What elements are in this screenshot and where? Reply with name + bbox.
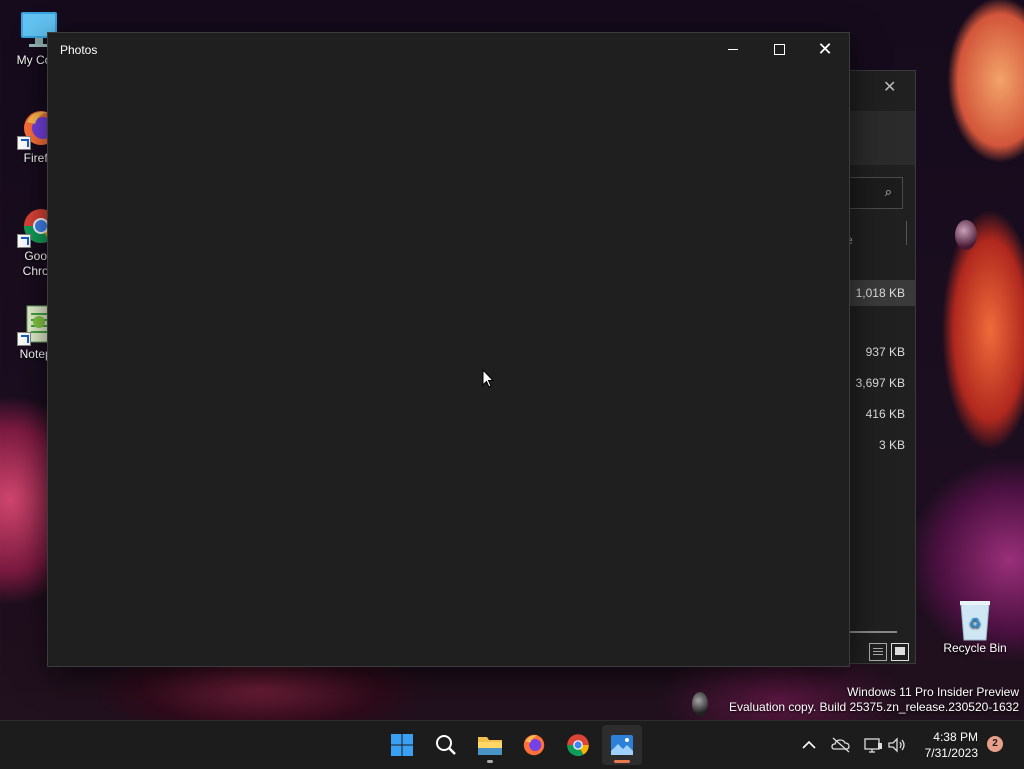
clock-time: 4:38 PM xyxy=(933,730,978,744)
chrome-icon xyxy=(567,734,589,757)
close-icon: ✕ xyxy=(817,38,833,59)
shortcut-arrow-icon xyxy=(17,136,31,150)
photos-icon xyxy=(611,735,633,755)
minimize-icon xyxy=(728,48,738,50)
divider xyxy=(906,221,907,245)
search-button[interactable] xyxy=(426,725,466,765)
watermark-line2: Evaluation copy. Build 25375.zn_release.… xyxy=(729,700,1019,714)
clock-date: 7/31/2023 xyxy=(924,746,978,760)
firefox-icon xyxy=(523,734,545,756)
file-row-size[interactable]: 3 KB xyxy=(879,438,905,452)
active-indicator xyxy=(614,760,630,763)
search-icon: ⌕ xyxy=(884,184,892,199)
network-icon xyxy=(864,738,882,753)
file-row-size[interactable]: 3,697 KB xyxy=(856,376,905,390)
search-icon xyxy=(436,735,456,755)
minimize-button[interactable] xyxy=(710,33,756,65)
onedrive-button[interactable] xyxy=(830,721,852,769)
file-row-size[interactable]: 937 KB xyxy=(866,345,905,359)
recycle-bin-icon: ♻ xyxy=(955,598,995,641)
details-view-icon[interactable] xyxy=(869,643,887,661)
notification-badge[interactable]: 2 xyxy=(987,736,1003,752)
svg-text:♻: ♻ xyxy=(969,616,982,632)
wallpaper-bubble xyxy=(955,220,977,250)
windows-start-icon xyxy=(391,734,413,756)
desktop-icon-recycle-bin[interactable]: ♻ Recycle Bin xyxy=(940,598,1010,656)
desktop-icon-label: Recycle Bin xyxy=(943,641,1007,655)
volume-icon xyxy=(888,737,905,753)
maximize-icon xyxy=(773,43,785,55)
photos-window[interactable]: Photos ✕ xyxy=(47,32,850,667)
taskbar-firefox[interactable] xyxy=(514,725,554,765)
file-row-size[interactable]: 416 KB xyxy=(866,407,905,421)
taskbar-chrome[interactable] xyxy=(558,725,598,765)
photos-content-area[interactable] xyxy=(48,65,849,666)
mouse-cursor-icon xyxy=(482,369,494,388)
volume-button[interactable] xyxy=(886,721,908,769)
close-icon[interactable]: ✕ xyxy=(883,77,896,97)
folder-icon xyxy=(478,737,502,755)
watermark-line1: Windows 11 Pro Insider Preview xyxy=(847,685,1019,699)
os-watermark: Windows 11 Pro Insider Preview Evaluatio… xyxy=(729,685,1019,715)
taskbar-photos[interactable] xyxy=(602,725,642,765)
taskbar: 4:38 PM 7/31/2023 xyxy=(0,720,1024,769)
onedrive-offline-icon xyxy=(831,737,850,753)
large-icons-view-icon[interactable] xyxy=(891,643,909,661)
start-button[interactable] xyxy=(382,725,422,765)
running-indicator xyxy=(487,760,493,763)
close-button[interactable]: ✕ xyxy=(802,33,848,65)
taskbar-file-explorer[interactable] xyxy=(470,725,510,765)
shortcut-arrow-icon xyxy=(17,234,31,248)
wallpaper-bubble xyxy=(692,692,708,716)
network-button[interactable] xyxy=(862,721,884,769)
chevron-up-icon xyxy=(802,740,816,749)
maximize-button[interactable] xyxy=(756,33,802,65)
tray-overflow-button[interactable] xyxy=(798,721,820,769)
window-title: Photos xyxy=(60,43,98,57)
shortcut-arrow-icon xyxy=(17,332,31,346)
clock-button[interactable]: 4:38 PM 7/31/2023 xyxy=(925,729,978,761)
